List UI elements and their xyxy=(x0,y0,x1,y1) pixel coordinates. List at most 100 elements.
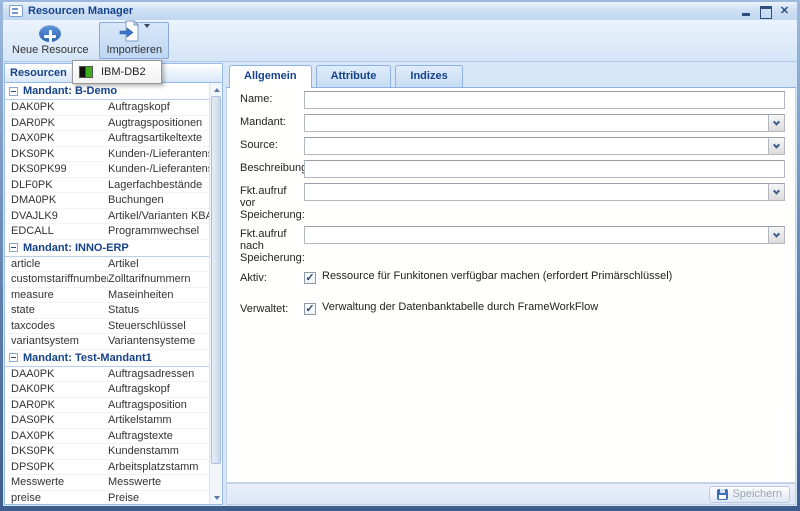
list-item[interactable]: DLF0PKLagerfachbestände xyxy=(5,178,209,194)
item-name: Lagerfachbestände xyxy=(108,179,209,191)
list-item[interactable]: DAX0PKAuftragsartikeltexte xyxy=(5,131,209,147)
list-item[interactable]: DAR0PKAuftragsposition xyxy=(5,398,209,414)
form-row-mandant: Mandant: xyxy=(240,114,785,132)
list-item[interactable]: measureMaseinheiten xyxy=(5,288,209,304)
new-resource-label: Neue Resource xyxy=(12,44,88,56)
form-row-beschreibung: Beschreibung: xyxy=(240,160,785,178)
chevron-down-icon xyxy=(773,230,780,237)
form-row-aktiv: Aktiv: Ressource für Funkitonen verfügba… xyxy=(240,270,785,288)
list-item[interactable]: articleArtikel xyxy=(5,257,209,273)
list-item[interactable]: stateStatus xyxy=(5,303,209,319)
list-item[interactable]: DAK0PKAuftragskopf xyxy=(5,382,209,398)
list-item[interactable]: DMA0PKBuchungen xyxy=(5,193,209,209)
item-code: customstariffnumber xyxy=(5,273,108,285)
window-controls: ✕ xyxy=(740,6,791,17)
list-item[interactable]: variantsystemVariantensysteme xyxy=(5,334,209,350)
fkt-vor-field[interactable] xyxy=(304,183,768,201)
collapse-icon[interactable] xyxy=(9,243,18,252)
list-item[interactable]: DAS0PKArtikelstamm xyxy=(5,413,209,429)
item-code: DKS0PK xyxy=(5,445,108,457)
list-item[interactable]: DPS0PKArbeitsplatzstamm xyxy=(5,460,209,476)
fkt-vor-dropdown-button[interactable] xyxy=(768,183,785,201)
item-name: Kunden-/Lieferantensta... xyxy=(108,163,209,175)
verwaltet-checkbox[interactable] xyxy=(304,303,316,315)
fkt-nach-label: Fkt.aufruf nach Speicherung: xyxy=(240,226,304,264)
collapse-icon[interactable] xyxy=(9,87,18,96)
source-field[interactable] xyxy=(304,137,768,155)
mandant-field[interactable] xyxy=(304,114,768,132)
list-item[interactable]: DAA0PKAuftragsadressen xyxy=(5,367,209,383)
tab-allgemein[interactable]: Allgemein xyxy=(229,65,312,88)
item-name: Zolltarifnummern xyxy=(108,273,209,285)
item-name: Steuerschlüssel xyxy=(108,320,209,332)
mandant-label: Mandant: xyxy=(240,114,304,132)
item-name: Variantensysteme xyxy=(108,335,209,347)
tab-attribute[interactable]: Attribute xyxy=(316,65,392,87)
list-scrollbar[interactable] xyxy=(209,83,222,504)
fkt-nach-field[interactable] xyxy=(304,226,768,244)
window-title: Resourcen Manager xyxy=(28,5,133,17)
item-name: Auftragskopf xyxy=(108,383,209,395)
scrollbar-thumb[interactable] xyxy=(211,96,221,464)
source-dropdown-button[interactable] xyxy=(768,137,785,155)
item-name: Auftragsadressen xyxy=(108,368,209,380)
group-header-b-demo[interactable]: Mandant: B-Demo xyxy=(5,83,209,100)
minimize-icon[interactable] xyxy=(740,6,753,17)
aktiv-checkbox[interactable] xyxy=(304,272,316,284)
item-name: Maseinheiten xyxy=(108,289,209,301)
item-code: DAA0PK xyxy=(5,368,108,380)
import-button[interactable]: Importieren xyxy=(99,22,169,59)
aktiv-label: Aktiv: xyxy=(240,270,304,288)
list-item[interactable]: preisePreise xyxy=(5,491,209,505)
item-code: DVAJLK9 xyxy=(5,210,108,222)
list-item[interactable]: MesswerteMesswerte xyxy=(5,475,209,491)
list-item[interactable]: customstariffnumberZolltarifnummern xyxy=(5,272,209,288)
scroll-down-icon[interactable] xyxy=(210,491,223,504)
save-button-label: Speichern xyxy=(732,488,782,500)
item-name: Kunden-/Lieferantensta... xyxy=(108,148,209,160)
import-menu: IBM-DB2 xyxy=(72,60,162,84)
mandant-dropdown-button[interactable] xyxy=(768,114,785,132)
item-code: DPS0PK xyxy=(5,461,108,473)
footer-bar: Speichern xyxy=(226,483,796,505)
group-header-test-mandant1[interactable]: Mandant: Test-Mandant1 xyxy=(5,350,209,367)
list-item[interactable]: taxcodesSteuerschlüssel xyxy=(5,319,209,335)
item-name: Auftragstexte xyxy=(108,430,209,442)
item-name: Programmwechsel xyxy=(108,225,209,237)
collapse-icon[interactable] xyxy=(9,353,18,362)
list-item[interactable]: DAR0PKAugtragspositionen xyxy=(5,116,209,132)
new-resource-button[interactable]: Neue Resource xyxy=(5,22,95,59)
general-form: Name: Mandant: Source: Beschreibung: Fkt xyxy=(226,88,796,483)
import-dropdown-arrow-icon[interactable] xyxy=(144,24,150,28)
fkt-nach-dropdown-button[interactable] xyxy=(768,226,785,244)
list-item[interactable]: EDCALLProgrammwechsel xyxy=(5,224,209,240)
close-icon[interactable]: ✕ xyxy=(778,6,791,17)
maximize-icon[interactable] xyxy=(759,6,772,17)
menu-item-ibm-db2[interactable]: IBM-DB2 xyxy=(75,63,159,81)
save-button[interactable]: Speichern xyxy=(709,486,790,503)
list-item[interactable]: DAX0PKAuftragstexte xyxy=(5,429,209,445)
form-row-verwaltet: Verwaltet: Verwaltung der Datenbanktabel… xyxy=(240,301,785,319)
floppy-disk-icon xyxy=(717,489,728,500)
list-item[interactable]: DVAJLK9Artikel/Varianten KBAS xyxy=(5,209,209,225)
source-label: Source: xyxy=(240,137,304,155)
scroll-up-icon[interactable] xyxy=(210,83,223,96)
app-icon xyxy=(9,5,23,17)
item-code: Messwerte xyxy=(5,476,108,488)
item-code: DLF0PK xyxy=(5,179,108,191)
list-item[interactable]: DKS0PKKundenstamm xyxy=(5,444,209,460)
tab-indizes[interactable]: Indizes xyxy=(395,65,462,87)
name-field[interactable] xyxy=(304,91,785,109)
beschreibung-field[interactable] xyxy=(304,160,785,178)
item-code: variantsystem xyxy=(5,335,108,347)
toolbar: Neue Resource Importieren xyxy=(3,20,797,62)
item-name: Kundenstamm xyxy=(108,445,209,457)
client-area: Neue Resource Importieren IBM-DB2 xyxy=(3,20,797,506)
group-header-inno-erp[interactable]: Mandant: INNO-ERP xyxy=(5,240,209,257)
list-item[interactable]: DKS0PK99Kunden-/Lieferantensta... xyxy=(5,162,209,178)
group-title: Mandant: INNO-ERP xyxy=(23,242,129,254)
list-item[interactable]: DAK0PKAuftragskopf xyxy=(5,100,209,116)
item-code: EDCALL xyxy=(5,225,108,237)
form-row-name: Name: xyxy=(240,91,785,109)
list-item[interactable]: DKS0PKKunden-/Lieferantensta... xyxy=(5,147,209,163)
